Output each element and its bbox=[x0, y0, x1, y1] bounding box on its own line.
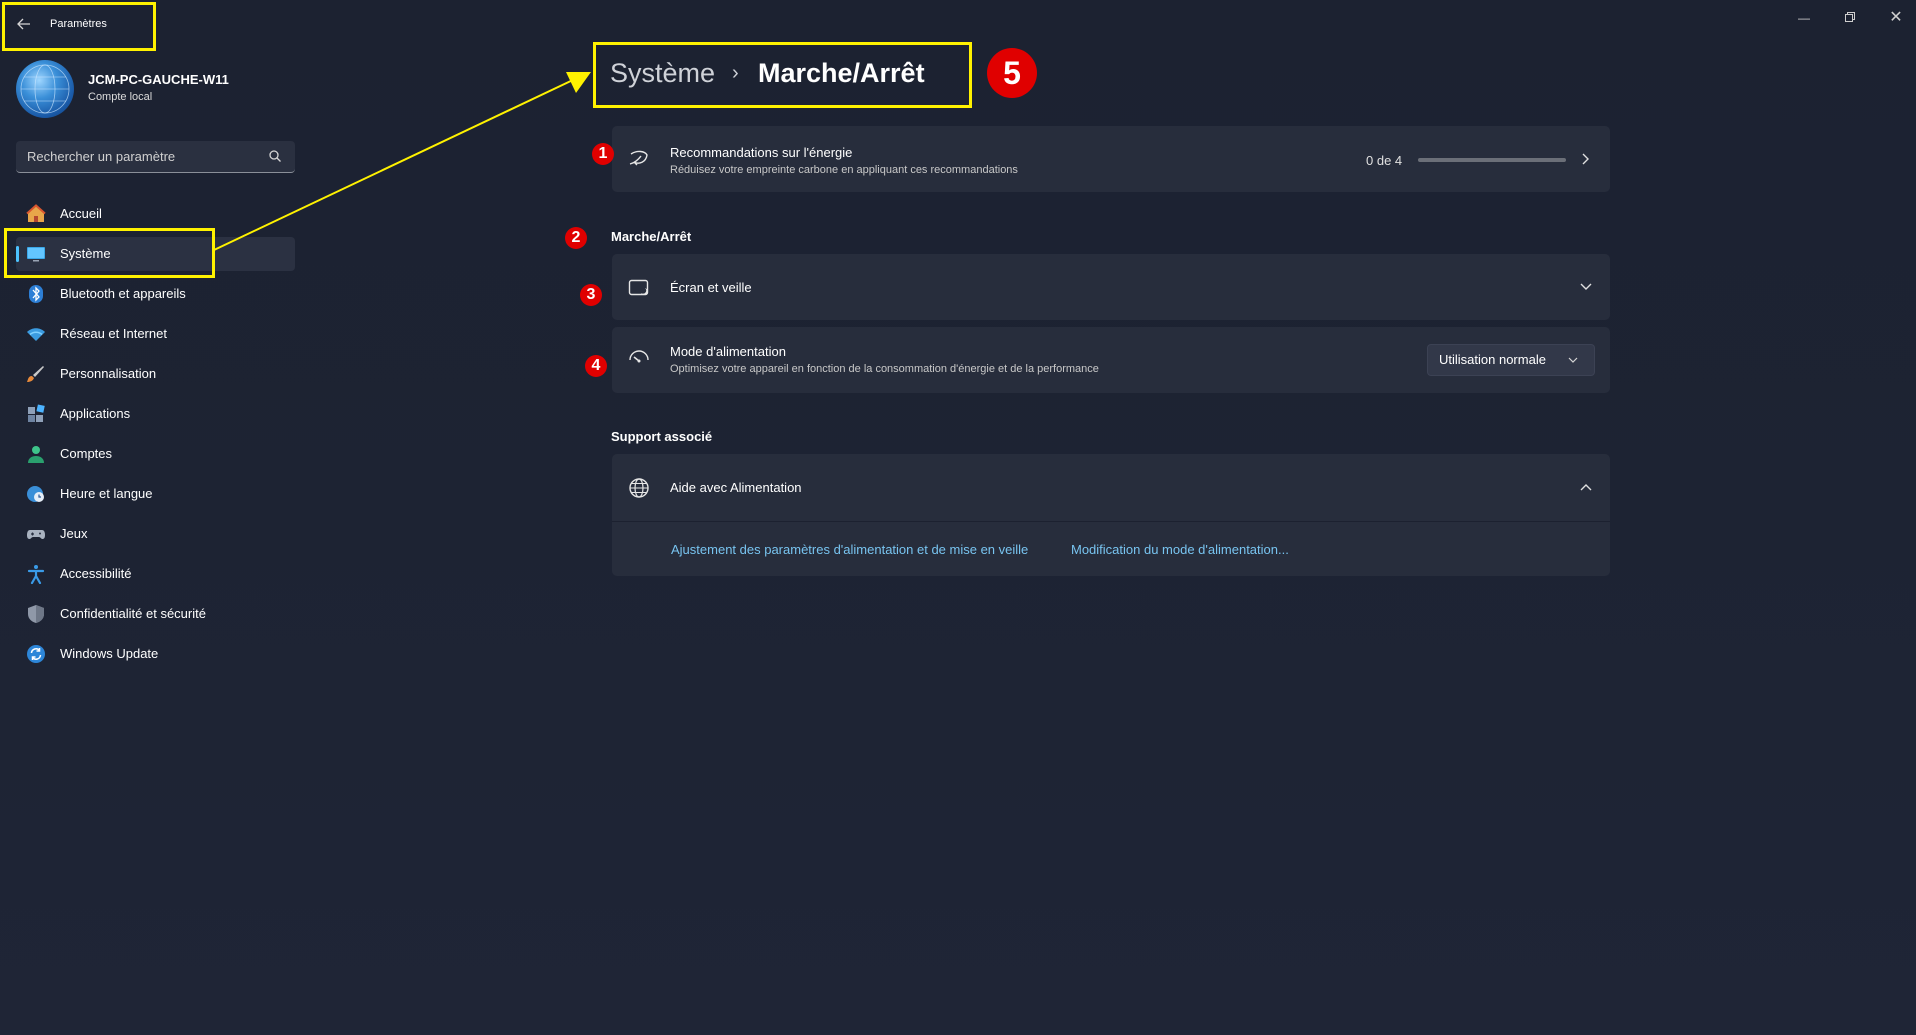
badge-3: 3 bbox=[580, 284, 602, 306]
badge-2: 2 bbox=[565, 227, 587, 249]
badge-1: 1 bbox=[592, 143, 614, 165]
badge-4: 4 bbox=[585, 355, 607, 377]
annotation-arrow bbox=[213, 72, 591, 251]
badge-5: 5 bbox=[987, 48, 1037, 98]
